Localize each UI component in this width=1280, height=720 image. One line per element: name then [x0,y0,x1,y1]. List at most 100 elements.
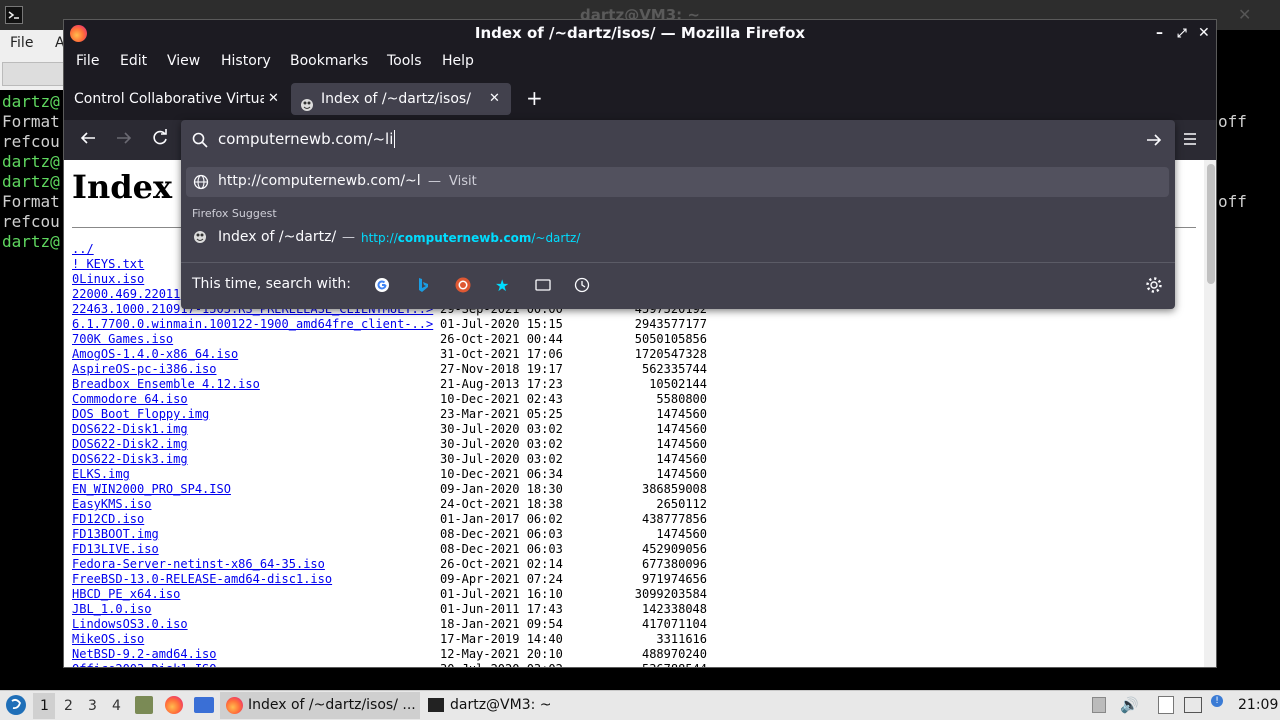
file-link[interactable]: DOS Boot Floppy.img [72,407,209,421]
file-size: 677380096 [641,557,707,571]
file-size: 1474560 [656,422,707,436]
file-link[interactable]: MikeOS.iso [72,632,144,646]
file-link[interactable]: Office2003-Disk1.ISO [72,662,217,667]
clipboard-icon[interactable] [1158,696,1174,714]
menu-file[interactable]: File [76,53,99,69]
file-size: 1474560 [656,437,707,451]
file-link[interactable]: Commodore 64.iso [72,392,188,406]
maximize-icon[interactable]: ⤢ [1177,20,1187,47]
file-size: 417071104 [641,617,707,631]
menu-bookmarks[interactable]: Bookmarks [290,53,368,69]
suggest-url-prefix: http:// [361,231,398,245]
bookmarks-star-icon[interactable]: ★ [495,276,509,295]
file-link[interactable]: AspireOS-pc-i386.iso [72,362,217,376]
file-link[interactable]: ELKS.img [72,467,130,481]
file-date: 01-Jan-2017 06:02 [440,512,563,526]
start-menu-icon[interactable] [6,695,26,715]
search-settings-gear-icon[interactable] [1145,276,1163,298]
firefox-launcher-icon[interactable] [165,696,183,714]
file-link[interactable]: FD13BOOT.img [72,527,159,541]
firefox-suggest-row[interactable]: Index of /~dartz/ — http://computernewb.… [186,223,1169,253]
file-link[interactable]: FreeBSD-13.0-RELEASE-amd64-disc1.iso [72,572,332,586]
file-link[interactable]: ../ [72,242,94,256]
terminal-right-fragment: off [1218,112,1247,131]
file-link[interactable]: ! KEYS.txt [72,257,144,271]
visit-suggestion-row[interactable]: http://computernewb.com/~l — Visit [186,167,1169,197]
file-manager-icon[interactable] [135,696,153,714]
workspace-4[interactable]: 4 [112,698,121,714]
terminal-new-tab-button[interactable] [2,62,64,86]
new-tab-plus-icon[interactable]: + [526,86,543,110]
file-link[interactable]: DOS622-Disk1.img [72,422,188,436]
terminal-line: dartz@ [2,92,60,111]
scrollbar-thumb[interactable] [1207,164,1215,284]
bing-icon[interactable] [415,277,431,293]
file-row: 22000.469.22011 [72,287,180,302]
file-link[interactable]: JBL_1.0.iso [72,602,151,616]
menu-tools[interactable]: Tools [387,53,422,69]
file-link[interactable]: DOS622-Disk3.img [72,452,188,466]
file-size: 3099203584 [634,587,707,601]
file-link[interactable]: AmogOS-1.4.0-x86_64.iso [72,347,238,361]
reload-icon[interactable] [151,129,169,151]
file-link[interactable]: 0Linux.iso [72,272,144,286]
file-date: 26-Oct-2021 02:14 [440,557,563,571]
volume-icon[interactable]: 🔊 [1120,696,1139,714]
forward-arrow-icon[interactable] [115,129,133,151]
file-link[interactable]: DOS622-Disk2.img [72,437,188,451]
file-date: 23-Mar-2021 05:25 [440,407,563,421]
menu-help[interactable]: Help [442,53,474,69]
close-tab-icon[interactable]: ✕ [489,83,500,115]
notification-icon[interactable]: ! [1211,695,1223,707]
visit-separator: — [428,174,441,189]
workspace-2[interactable]: 2 [64,698,73,714]
close-window-icon[interactable]: ✕ [1198,20,1210,47]
address-input[interactable]: computernewb.com/~li​ [218,130,396,148]
file-row: ! KEYS.txt [72,257,144,272]
file-link[interactable]: NetBSD-9.2-amd64.iso [72,647,217,661]
page-scrollbar[interactable] [1204,160,1216,667]
terminal-line: Format [2,192,60,211]
file-link[interactable]: EasyKMS.iso [72,497,151,511]
file-row: 6.1.7700.0.winmain.100122-1900_amd64fre_… [72,317,707,332]
duckduckgo-icon[interactable] [455,277,471,293]
file-link[interactable]: HBCD_PE_x64.iso [72,587,180,601]
desktop-icon[interactable] [194,697,214,713]
suggest-url-domain: computernewb.com [397,231,532,245]
task-firefox[interactable]: Index of /~dartz/isos/ ... [220,692,420,719]
file-link[interactable]: Fedora-Server-netinst-x86_64-35.iso [72,557,325,571]
file-link[interactable]: FD13LIVE.iso [72,542,159,556]
history-icon[interactable] [574,277,590,297]
workspace-3[interactable]: 3 [88,698,97,714]
close-tab-icon[interactable]: ✕ [268,83,279,115]
workspace-1[interactable]: 1 [33,693,55,719]
file-link[interactable]: Breadbox Ensemble 4.12.iso [72,377,260,391]
tab-index-isos[interactable]: Index of /~dartz/isos/ ✕ [291,83,511,115]
firefox-logo-icon [70,25,87,42]
file-row: FreeBSD-13.0-RELEASE-amd64-disc1.iso 09-A… [72,572,707,587]
terminal-menu-file[interactable]: File [10,35,33,51]
menu-history[interactable]: History [221,53,271,69]
minimize-icon[interactable]: – [1156,20,1163,47]
task-terminal[interactable]: dartz@VM3: ~ [422,692,622,719]
tray-up-icon[interactable] [1092,697,1106,713]
file-link[interactable]: LindowsOS3.0.iso [72,617,188,631]
file-link[interactable]: EN_WIN2000_PRO_SP4.ISO [72,482,231,496]
file-link[interactable]: 700K Games.iso [72,332,173,346]
terminal-close-icon[interactable]: ✕ [1238,5,1251,24]
menu-edit[interactable]: Edit [120,53,147,69]
file-link[interactable]: 6.1.7700.0.winmain.100122-1900_amd64fre_… [72,317,433,331]
task-label: Index of /~dartz/isos/ ... [248,697,416,713]
app-menu-hamburger-icon[interactable] [1181,130,1199,152]
google-icon[interactable] [374,277,390,293]
file-link[interactable]: FD12CD.iso [72,512,144,526]
menu-view[interactable]: View [167,53,200,69]
back-arrow-icon[interactable] [79,129,97,151]
display-icon[interactable] [1184,697,1202,713]
go-arrow-icon[interactable] [1145,131,1163,153]
visit-label: Visit [449,174,477,189]
tab-control-collaborative[interactable]: Control Collaborative Virtual ✕ [68,83,286,115]
file-link[interactable]: 22000.469.22011 [72,287,180,301]
terminal-line: dartz@ [2,232,60,251]
tabs-icon[interactable] [535,278,551,296]
